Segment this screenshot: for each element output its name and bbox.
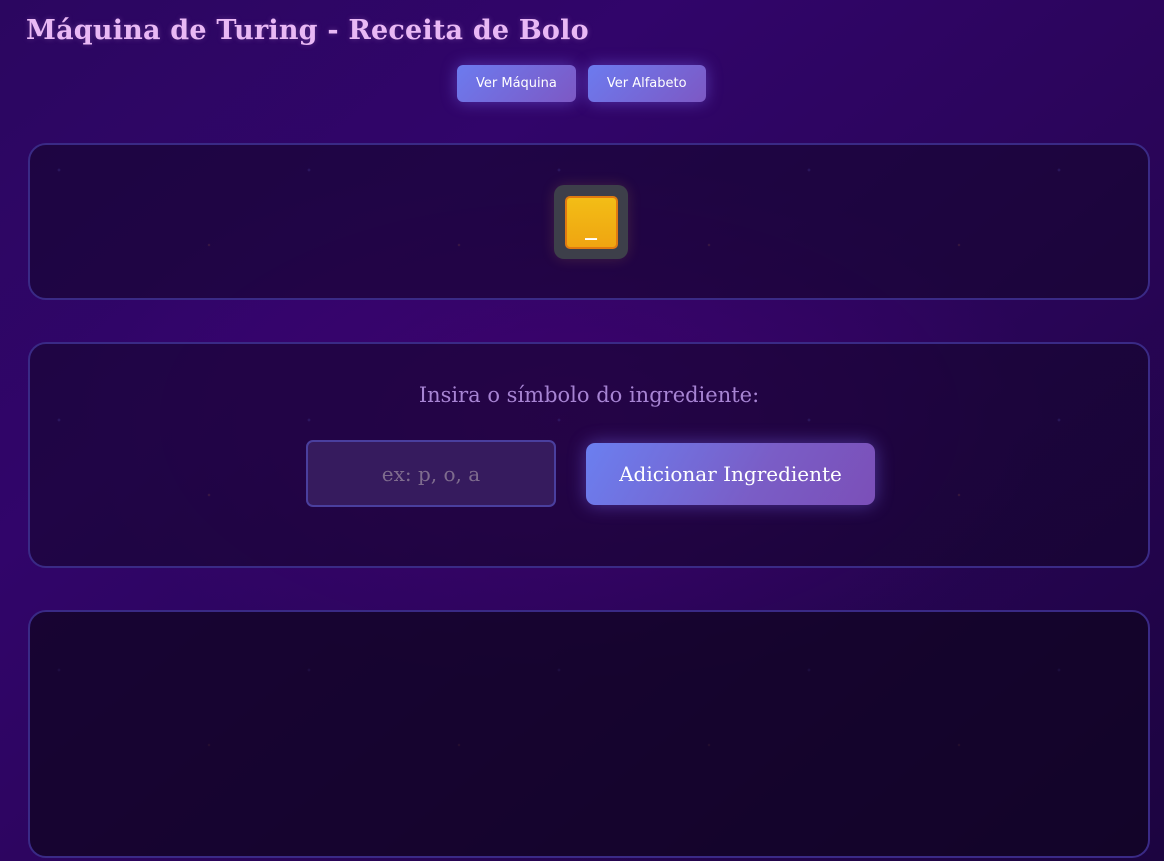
nav-buttons: Ver Máquina Ver Alfabeto [457, 65, 706, 102]
tape-panel: _ [28, 143, 1150, 300]
view-machine-button[interactable]: Ver Máquina [457, 65, 576, 102]
ingredient-form-panel: Insira o símbolo do ingrediente: Adicion… [28, 342, 1150, 568]
ingredient-prompt-label: Insira o símbolo do ingrediente: [418, 383, 760, 407]
output-panel [28, 610, 1150, 858]
tape-head: _ [554, 185, 628, 259]
view-alphabet-button[interactable]: Ver Alfabeto [587, 65, 706, 102]
ingredient-symbol-input[interactable] [306, 440, 556, 507]
tape-cell: _ [564, 195, 618, 249]
page-title: Máquina de Turing - Receita de Bolo [26, 15, 589, 46]
add-ingredient-button[interactable]: Adicionar Ingrediente [586, 443, 875, 505]
